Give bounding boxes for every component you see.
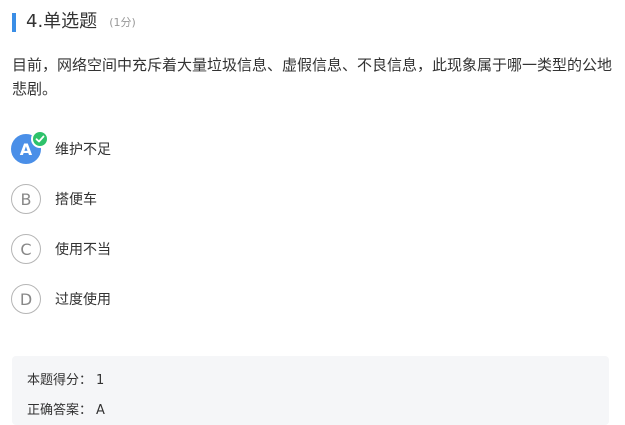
option-c[interactable]: C 使用不当 bbox=[11, 232, 601, 266]
option-c-circle[interactable]: C bbox=[11, 234, 41, 264]
option-c-text: 使用不当 bbox=[55, 242, 111, 258]
check-icon bbox=[31, 130, 49, 148]
question-page: 4.单选题 (1分) 目前，网络空间中充斥着大量垃圾信息、虚假信息、不良信息，此… bbox=[0, 0, 625, 425]
score-label: 本题得分： bbox=[27, 373, 93, 388]
answer-value: A bbox=[96, 403, 105, 418]
option-d[interactable]: D 过度使用 bbox=[11, 282, 601, 316]
option-a-circle[interactable]: A bbox=[11, 130, 49, 164]
option-b-letter: B bbox=[20, 189, 32, 209]
option-a[interactable]: A 维护不足 bbox=[11, 130, 601, 166]
option-b-text: 搭便车 bbox=[55, 192, 97, 208]
option-b-circle[interactable]: B bbox=[11, 184, 41, 214]
answer-row: 正确答案： A bbox=[27, 399, 105, 418]
option-d-letter: D bbox=[19, 289, 33, 309]
question-header: 4.单选题 (1分) bbox=[12, 11, 136, 33]
option-a-letter: A bbox=[19, 139, 33, 159]
question-title: 4.单选题 bbox=[26, 11, 98, 32]
title-accent-bar bbox=[12, 12, 16, 32]
option-a-text: 维护不足 bbox=[55, 142, 111, 158]
option-d-text: 过度使用 bbox=[55, 292, 111, 308]
question-score: (1分) bbox=[109, 16, 136, 29]
answer-label: 正确答案： bbox=[27, 403, 93, 418]
question-stem: 目前，网络空间中充斥着大量垃圾信息、虚假信息、不良信息，此现象属于哪一类型的公地… bbox=[12, 56, 613, 98]
score-value: 1 bbox=[96, 373, 105, 388]
result-panel: 本题得分： 1 正确答案： A bbox=[12, 356, 609, 425]
option-b[interactable]: B 搭便车 bbox=[11, 182, 601, 216]
option-d-circle[interactable]: D bbox=[11, 284, 41, 314]
options-list: A 维护不足 B 搭便车 C 使用不当 D 过度使用 bbox=[11, 130, 601, 332]
score-row: 本题得分： 1 bbox=[27, 369, 104, 388]
option-c-letter: C bbox=[20, 239, 32, 259]
